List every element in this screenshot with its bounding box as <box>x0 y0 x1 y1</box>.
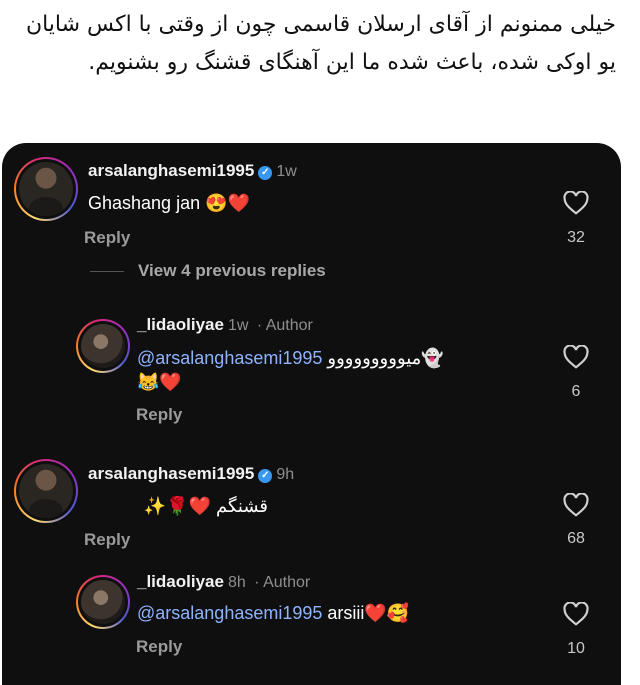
avatar[interactable] <box>14 157 78 221</box>
timestamp: 1w <box>276 163 297 180</box>
like-count: 10 <box>567 640 585 657</box>
avatar[interactable] <box>76 575 130 629</box>
username[interactable]: arsalanghasemi1995 <box>88 464 254 483</box>
like-count: 32 <box>567 229 585 246</box>
comment-text: قشنگم ❤️🌹✨ <box>88 496 268 517</box>
reply-button[interactable]: Reply <box>84 228 130 248</box>
timestamp: 1w <box>227 317 249 334</box>
author-tag: Author <box>263 574 311 591</box>
heart-outline-icon[interactable] <box>563 493 589 517</box>
reply-body: میووووووووو <box>327 348 422 368</box>
verified-badge-icon: ✓ <box>258 469 273 483</box>
reply-body: arsiii <box>327 603 365 623</box>
comment-emoji: ❤️🌹✨ <box>143 496 211 516</box>
comment-body: قشنگم ❤️🌹✨ <box>143 496 268 516</box>
comment-body: Ghashang jan <box>88 193 201 213</box>
avatar[interactable] <box>14 459 78 523</box>
view-previous-replies-button[interactable]: View 4 previous replies <box>90 261 326 281</box>
view-previous-label: View 4 previous replies <box>138 261 326 280</box>
comment-emoji: 😍❤️ <box>205 193 250 213</box>
reply-header: _lidaoliyae 1w · Author <box>137 315 313 334</box>
username[interactable]: _lidaoliyae <box>137 315 224 334</box>
reply-text: @arsalanghasemi1995 میووووووووو👻 <box>137 348 444 369</box>
mention-link[interactable]: @arsalanghasemi1995 <box>137 348 322 368</box>
timestamp: 9h <box>276 466 295 483</box>
post-caption: خیلی ممنونم از آقای ارسلان قاسمی چون از … <box>25 12 616 75</box>
username[interactable]: _lidaoliyae <box>137 572 224 591</box>
reply-header: _lidaoliyae 8h · Author <box>137 572 311 591</box>
comment-header: arsalanghasemi1995 ✓ 9h <box>88 464 294 484</box>
reply-button[interactable]: Reply <box>84 530 130 550</box>
reply-emoji: 👻 <box>421 348 444 368</box>
verified-badge-icon: ✓ <box>258 166 273 180</box>
reply-button[interactable]: Reply <box>136 637 182 657</box>
author-tag: Author <box>265 317 313 334</box>
timestamp: 8h <box>227 574 246 591</box>
divider-line <box>90 271 124 273</box>
comment-text: Ghashang jan 😍❤️ <box>88 193 250 214</box>
comments-panel: arsalanghasemi1995 ✓ 1w Ghashang jan 😍❤️ R… <box>2 143 621 685</box>
reply-button[interactable]: Reply <box>136 405 182 425</box>
heart-outline-icon[interactable] <box>563 602 589 626</box>
mention-link[interactable]: @arsalanghasemi1995 <box>137 603 322 623</box>
like-count: 6 <box>571 383 581 400</box>
heart-outline-icon[interactable] <box>563 191 589 215</box>
like-count: 68 <box>567 530 585 547</box>
reply-text: @arsalanghasemi1995 arsiii❤️🥰 <box>137 603 409 624</box>
heart-outline-icon[interactable] <box>563 345 589 369</box>
username[interactable]: arsalanghasemi1995 <box>88 161 254 180</box>
reply-emoji-line: 😹❤️ <box>137 372 182 392</box>
comment-header: arsalanghasemi1995 ✓ 1w <box>88 161 297 181</box>
reply-emoji: ❤️🥰 <box>364 603 410 623</box>
avatar[interactable] <box>76 319 130 373</box>
